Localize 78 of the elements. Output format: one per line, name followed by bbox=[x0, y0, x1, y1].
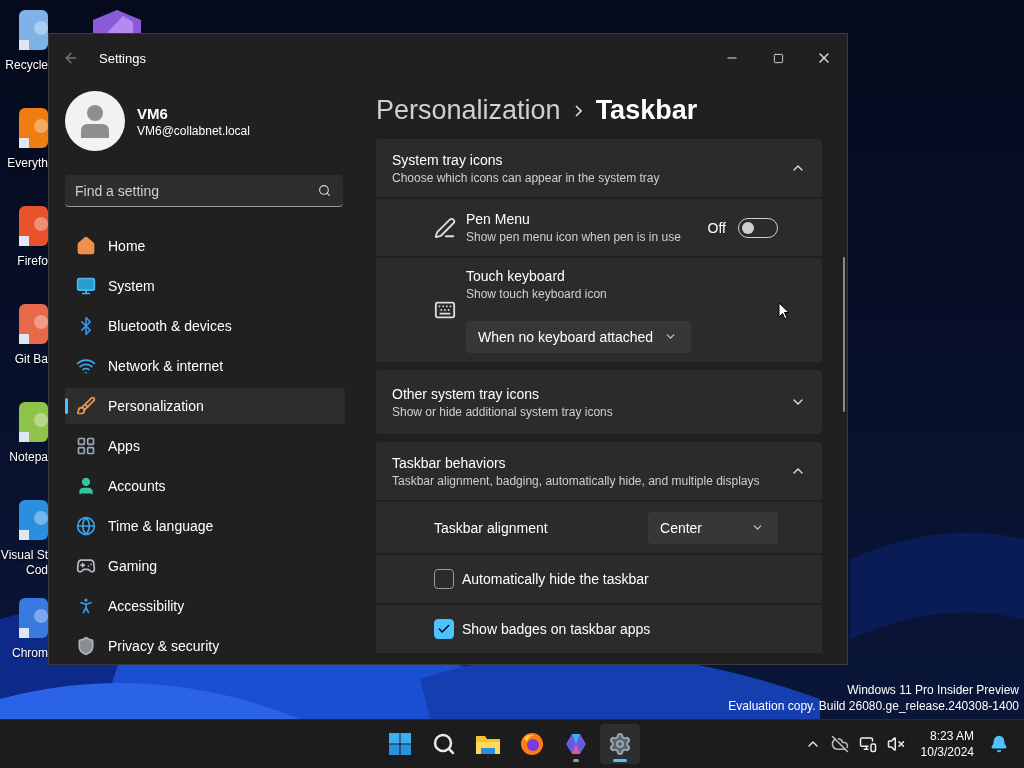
section-title: System tray icons bbox=[392, 151, 504, 168]
section-description: Taskbar alignment, badging, automatically hide, and multiple displays bbox=[392, 473, 761, 488]
monitor-icon bbox=[76, 276, 96, 296]
setting-title: Taskbar alignment bbox=[434, 519, 549, 536]
checkmark-icon bbox=[437, 622, 451, 636]
desktop-notice-text: Windows 11 Pro Insider Preview bbox=[847, 682, 1019, 698]
mouse-pointer-icon bbox=[778, 302, 790, 320]
section-header[interactable]: Other system tray icons Show or hide additional system tray icons bbox=[376, 370, 822, 434]
shortcut-label: Notepa bbox=[9, 450, 48, 465]
avatar bbox=[65, 91, 125, 151]
setting-description: Show pen menu icon when pen is in use bbox=[466, 230, 682, 244]
app-shortcut-icon[interactable] bbox=[93, 8, 141, 33]
window-title: Settings bbox=[99, 50, 146, 66]
shield-icon bbox=[76, 636, 96, 656]
person-icon bbox=[76, 476, 96, 496]
gamepad-icon bbox=[76, 556, 96, 576]
setting-description: Show touch keyboard icon bbox=[466, 286, 608, 301]
house-icon bbox=[76, 236, 96, 256]
shortcut-label: Git Ba bbox=[14, 352, 48, 367]
browser-icon bbox=[520, 732, 544, 756]
pen-icon bbox=[434, 216, 456, 239]
nav-item[interactable]: System bbox=[65, 268, 345, 304]
checkbox-label: Automatically hide the taskbar bbox=[462, 571, 649, 587]
search-field[interactable]: Find a setting bbox=[65, 175, 343, 207]
nav-item[interactable]: Time & language bbox=[65, 508, 345, 544]
shortcut-label: Visual St bbox=[0, 548, 48, 563]
section-title: Other system tray icons bbox=[392, 385, 541, 402]
setting-title: Touch keyboard bbox=[466, 267, 566, 284]
shortcut-label: Recycle bbox=[5, 58, 48, 73]
checkbox[interactable] bbox=[434, 619, 454, 639]
nav-item[interactable]: Home bbox=[65, 228, 345, 264]
toggle-state-label: Off bbox=[707, 219, 726, 236]
clock[interactable]: 8:23 AM 10/3/2024 bbox=[920, 728, 974, 760]
keyboard-icon bbox=[434, 299, 456, 321]
search-icon[interactable] bbox=[318, 184, 331, 197]
mute-icon[interactable] bbox=[886, 735, 905, 753]
section-description: Choose which icons can appear in the system tray bbox=[392, 170, 661, 185]
nav-item[interactable]: Bluetooth & devices bbox=[65, 308, 345, 344]
grid-icon bbox=[76, 436, 96, 456]
folder-icon bbox=[475, 733, 501, 755]
globe-icon bbox=[76, 516, 96, 536]
user-email: VM6@collabnet.local bbox=[137, 123, 250, 138]
shortcut-label: Firefo bbox=[17, 254, 48, 269]
section-header[interactable]: Taskbar behaviors Taskbar alignment, badging, automatically hide, and multiple displays bbox=[376, 442, 822, 500]
nav-item[interactable]: Accessibility bbox=[65, 588, 345, 624]
search-icon bbox=[432, 732, 456, 756]
taskbar-app-button[interactable] bbox=[600, 724, 640, 764]
cloud-off-icon[interactable] bbox=[830, 735, 849, 753]
chevron-right-icon bbox=[574, 104, 582, 117]
nav-item[interactable]: Gaming bbox=[65, 548, 345, 584]
nav-item[interactable]: Personalization bbox=[65, 388, 345, 424]
network-icon[interactable] bbox=[858, 735, 877, 753]
section-title: Taskbar behaviors bbox=[392, 454, 507, 471]
shortcut-label: Everyth bbox=[7, 156, 48, 171]
nav-item[interactable]: Privacy & security bbox=[65, 628, 345, 664]
wifi-icon bbox=[76, 356, 96, 376]
scrollbar-thumb[interactable] bbox=[843, 257, 845, 412]
user-name: VM6 bbox=[137, 104, 169, 122]
dropdown[interactable]: When no keyboard attached bbox=[466, 320, 691, 353]
desktop-notice-text: Evaluation copy. Build 26080.ge_release.240308-1400 bbox=[728, 698, 1019, 714]
section-description: Show or hide additional system tray icons bbox=[392, 404, 614, 419]
breadcrumb-item[interactable]: Personalization bbox=[376, 95, 561, 126]
nav-item[interactable]: Network & internet bbox=[65, 348, 345, 384]
gear-icon bbox=[608, 732, 632, 756]
checkbox[interactable] bbox=[434, 569, 454, 589]
shortcut-label: Chrom bbox=[12, 646, 48, 661]
paintbrush-icon bbox=[76, 396, 96, 416]
section-header[interactable]: System tray icons Choose which icons can appear in the system tray bbox=[376, 139, 822, 197]
bell-icon[interactable] bbox=[990, 735, 1008, 753]
setting-title: Pen Menu bbox=[466, 211, 531, 227]
nav-item[interactable]: Apps bbox=[65, 428, 345, 464]
windows-logo-icon bbox=[388, 732, 412, 756]
dropdown[interactable]: Center bbox=[648, 511, 778, 544]
maximize-icon bbox=[772, 52, 784, 64]
checkbox-label: Show badges on taskbar apps bbox=[462, 621, 651, 637]
shortcut-label: Cod bbox=[26, 563, 48, 578]
nav-item[interactable]: Accounts bbox=[65, 468, 345, 504]
breadcrumb-item: Taskbar bbox=[595, 95, 698, 126]
